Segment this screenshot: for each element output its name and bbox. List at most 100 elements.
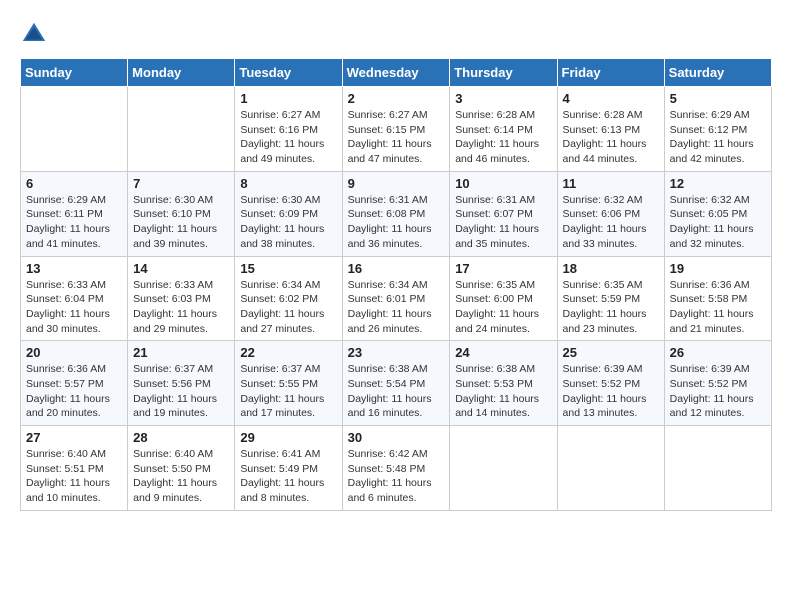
calendar-week-row: 27 Sunrise: 6:40 AMSunset: 5:51 PMDayligh… (21, 426, 772, 511)
day-info: Sunrise: 6:38 AMSunset: 5:54 PMDaylight:… (348, 362, 445, 421)
day-number: 19 (670, 261, 766, 276)
day-info: Sunrise: 6:34 AMSunset: 6:01 PMDaylight:… (348, 278, 445, 337)
weekday-header: Monday (128, 59, 235, 87)
day-number: 20 (26, 345, 122, 360)
day-info: Sunrise: 6:41 AMSunset: 5:49 PMDaylight:… (240, 447, 336, 506)
weekday-header: Thursday (450, 59, 557, 87)
calendar-cell: 11Sunrise: 6:32 AMSunset: 6:06 PMDayligh… (557, 171, 664, 256)
day-number: 4 (563, 91, 659, 106)
day-info: Sunrise: 6:31 AMSunset: 6:08 PMDaylight:… (348, 193, 445, 252)
day-info: Sunrise: 6:28 AMSunset: 6:14 PMDaylight:… (455, 108, 551, 167)
day-info: Sunrise: 6:37 AMSunset: 5:55 PMDaylight:… (240, 362, 336, 421)
calendar-cell (450, 426, 557, 511)
calendar-cell: 1Sunrise: 6:27 AMSunset: 6:16 PMDaylight… (235, 87, 342, 172)
calendar-cell: 6Sunrise: 6:29 AMSunset: 6:11 PMDaylight… (21, 171, 128, 256)
calendar-cell: 30 Sunrise: 6:42 AMSunset: 5:48 PMDayligh… (342, 426, 450, 511)
day-number: 23 (348, 345, 445, 360)
day-info: Sunrise: 6:30 AMSunset: 6:10 PMDaylight:… (133, 193, 229, 252)
day-info: Sunrise: 6:36 AMSunset: 5:57 PMDaylight:… (26, 362, 122, 421)
calendar-cell: 15Sunrise: 6:34 AMSunset: 6:02 PMDayligh… (235, 256, 342, 341)
day-number: 18 (563, 261, 659, 276)
day-number: 17 (455, 261, 551, 276)
calendar-cell: 18 Sunrise: 6:35 AMSunset: 5:59 PMDayligh… (557, 256, 664, 341)
calendar-cell: 3 Sunrise: 6:28 AMSunset: 6:14 PMDaylight… (450, 87, 557, 172)
day-number: 11 (563, 176, 659, 191)
day-info: Sunrise: 6:35 AMSunset: 6:00 PMDaylight:… (455, 278, 551, 337)
day-info: Sunrise: 6:28 AMSunset: 6:13 PMDaylight:… (563, 108, 659, 167)
day-number: 26 (670, 345, 766, 360)
day-info: Sunrise: 6:40 AMSunset: 5:51 PMDaylight:… (26, 447, 122, 506)
day-info: Sunrise: 6:39 AMSunset: 5:52 PMDaylight:… (670, 362, 766, 421)
page-header (20, 20, 772, 48)
calendar-cell: 21 Sunrise: 6:37 AMSunset: 5:56 PMDayligh… (128, 341, 235, 426)
calendar-cell (21, 87, 128, 172)
day-number: 25 (563, 345, 659, 360)
day-info: Sunrise: 6:33 AMSunset: 6:03 PMDaylight:… (133, 278, 229, 337)
day-number: 27 (26, 430, 122, 445)
day-number: 12 (670, 176, 766, 191)
day-number: 8 (240, 176, 336, 191)
day-info: Sunrise: 6:29 AMSunset: 6:12 PMDaylight:… (670, 108, 766, 167)
calendar-cell: 20 Sunrise: 6:36 AMSunset: 5:57 PMDayligh… (21, 341, 128, 426)
day-number: 3 (455, 91, 551, 106)
day-number: 22 (240, 345, 336, 360)
calendar-cell: 10 Sunrise: 6:31 AMSunset: 6:07 PMDayligh… (450, 171, 557, 256)
calendar-cell: 27 Sunrise: 6:40 AMSunset: 5:51 PMDayligh… (21, 426, 128, 511)
calendar-cell: 19 Sunrise: 6:36 AMSunset: 5:58 PMDayligh… (664, 256, 771, 341)
calendar-cell: 17 Sunrise: 6:35 AMSunset: 6:00 PMDayligh… (450, 256, 557, 341)
calendar-week-row: 13 Sunrise: 6:33 AMSunset: 6:04 PMDayligh… (21, 256, 772, 341)
day-info: Sunrise: 6:40 AMSunset: 5:50 PMDaylight:… (133, 447, 229, 506)
day-number: 21 (133, 345, 229, 360)
calendar-cell: 7 Sunrise: 6:30 AMSunset: 6:10 PMDaylight… (128, 171, 235, 256)
day-info: Sunrise: 6:31 AMSunset: 6:07 PMDaylight:… (455, 193, 551, 252)
day-info: Sunrise: 6:30 AMSunset: 6:09 PMDaylight:… (240, 193, 336, 252)
day-number: 28 (133, 430, 229, 445)
weekday-header: Friday (557, 59, 664, 87)
day-number: 7 (133, 176, 229, 191)
calendar-cell (664, 426, 771, 511)
day-number: 30 (348, 430, 445, 445)
calendar-table: SundayMondayTuesdayWednesdayThursdayFrid… (20, 58, 772, 511)
day-info: Sunrise: 6:29 AMSunset: 6:11 PMDaylight:… (26, 193, 122, 252)
weekday-header: Saturday (664, 59, 771, 87)
day-info: Sunrise: 6:38 AMSunset: 5:53 PMDaylight:… (455, 362, 551, 421)
calendar-cell (128, 87, 235, 172)
day-number: 5 (670, 91, 766, 106)
day-number: 2 (348, 91, 445, 106)
calendar-cell: 14 Sunrise: 6:33 AMSunset: 6:03 PMDayligh… (128, 256, 235, 341)
calendar-week-row: 1Sunrise: 6:27 AMSunset: 6:16 PMDaylight… (21, 87, 772, 172)
day-info: Sunrise: 6:42 AMSunset: 5:48 PMDaylight:… (348, 447, 445, 506)
calendar-cell: 23 Sunrise: 6:38 AMSunset: 5:54 PMDayligh… (342, 341, 450, 426)
calendar-cell: 24 Sunrise: 6:38 AMSunset: 5:53 PMDayligh… (450, 341, 557, 426)
calendar-cell: 16Sunrise: 6:34 AMSunset: 6:01 PMDayligh… (342, 256, 450, 341)
weekday-header: Wednesday (342, 59, 450, 87)
day-info: Sunrise: 6:35 AMSunset: 5:59 PMDaylight:… (563, 278, 659, 337)
calendar-cell: 22 Sunrise: 6:37 AMSunset: 5:55 PMDayligh… (235, 341, 342, 426)
day-number: 1 (240, 91, 336, 106)
day-info: Sunrise: 6:37 AMSunset: 5:56 PMDaylight:… (133, 362, 229, 421)
calendar-cell: 12 Sunrise: 6:32 AMSunset: 6:05 PMDayligh… (664, 171, 771, 256)
logo-icon (20, 20, 48, 48)
calendar-cell: 28 Sunrise: 6:40 AMSunset: 5:50 PMDayligh… (128, 426, 235, 511)
calendar-week-row: 6Sunrise: 6:29 AMSunset: 6:11 PMDaylight… (21, 171, 772, 256)
calendar-cell (557, 426, 664, 511)
calendar-week-row: 20 Sunrise: 6:36 AMSunset: 5:57 PMDayligh… (21, 341, 772, 426)
day-info: Sunrise: 6:32 AMSunset: 6:05 PMDaylight:… (670, 193, 766, 252)
day-info: Sunrise: 6:36 AMSunset: 5:58 PMDaylight:… (670, 278, 766, 337)
day-number: 10 (455, 176, 551, 191)
day-info: Sunrise: 6:34 AMSunset: 6:02 PMDaylight:… (240, 278, 336, 337)
calendar-cell: 4 Sunrise: 6:28 AMSunset: 6:13 PMDaylight… (557, 87, 664, 172)
day-info: Sunrise: 6:39 AMSunset: 5:52 PMDaylight:… (563, 362, 659, 421)
logo (20, 20, 52, 48)
day-info: Sunrise: 6:33 AMSunset: 6:04 PMDaylight:… (26, 278, 122, 337)
calendar-cell: 13 Sunrise: 6:33 AMSunset: 6:04 PMDayligh… (21, 256, 128, 341)
day-number: 13 (26, 261, 122, 276)
calendar-cell: 26 Sunrise: 6:39 AMSunset: 5:52 PMDayligh… (664, 341, 771, 426)
calendar-cell: 5 Sunrise: 6:29 AMSunset: 6:12 PMDaylight… (664, 87, 771, 172)
day-number: 24 (455, 345, 551, 360)
calendar-cell: 25 Sunrise: 6:39 AMSunset: 5:52 PMDayligh… (557, 341, 664, 426)
calendar-cell: 8 Sunrise: 6:30 AMSunset: 6:09 PMDaylight… (235, 171, 342, 256)
day-number: 9 (348, 176, 445, 191)
day-number: 14 (133, 261, 229, 276)
calendar-header-row: SundayMondayTuesdayWednesdayThursdayFrid… (21, 59, 772, 87)
